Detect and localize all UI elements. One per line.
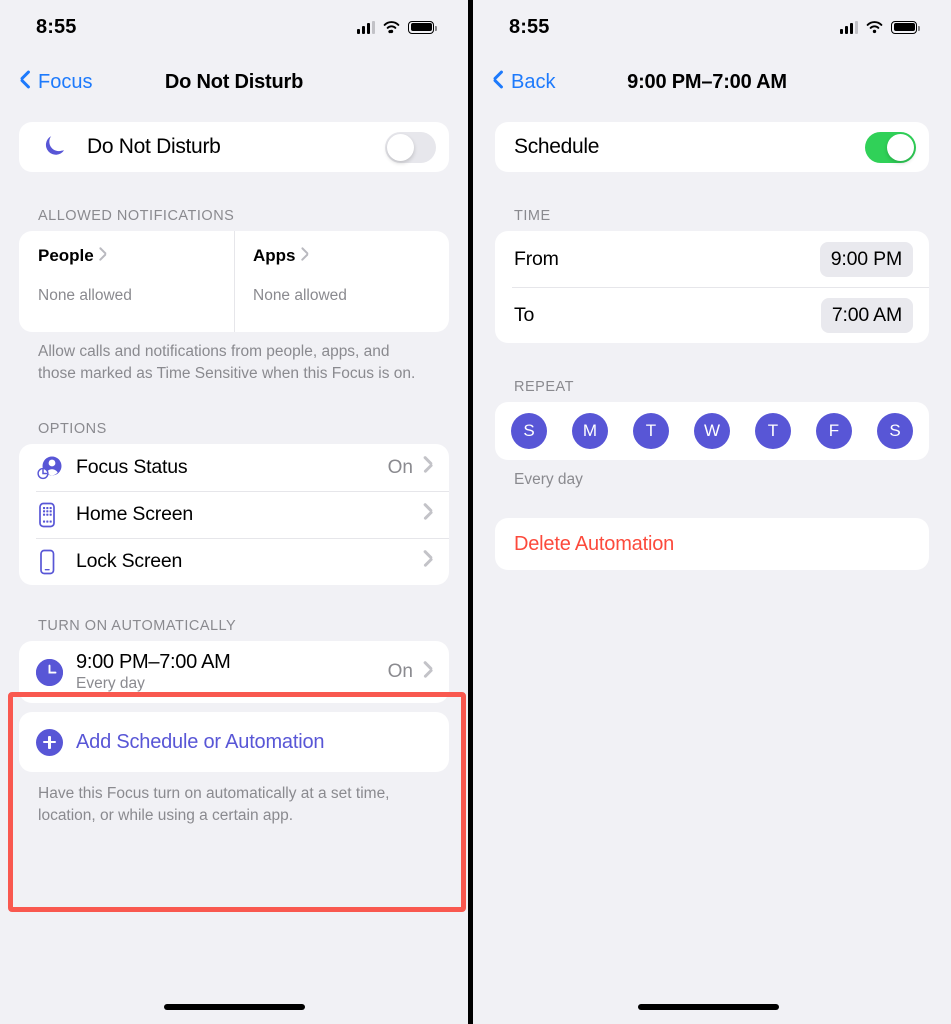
back-button-label: Focus (38, 70, 93, 93)
schedule-toggle-label: Schedule (514, 135, 600, 158)
chevron-left-icon (493, 73, 504, 92)
home-indicator (473, 1004, 951, 1010)
dnd-toggle-card: Do Not Disturb (19, 122, 449, 172)
people-cell-title: People (38, 246, 94, 265)
chevron-left-icon (20, 73, 31, 92)
day-toggle-thursday[interactable]: T (755, 413, 791, 449)
status-bar-clock: 8:55 (509, 15, 550, 38)
allowed-notifications-footer: Allow calls and notifications from peopl… (38, 343, 416, 382)
option-label-focus-status: Focus Status (76, 456, 188, 478)
turn-on-automatically-header: TURN ON AUTOMATICALLY (38, 618, 237, 634)
delete-automation-label: Delete Automation (514, 532, 675, 555)
option-row-lock-screen[interactable]: Lock Screen (19, 538, 449, 585)
apps-cell-title: Apps (253, 246, 296, 265)
add-schedule-label: Add Schedule or Automation (76, 730, 325, 753)
time-row-from[interactable]: From 9:00 PM (495, 231, 929, 287)
right-content: Schedule TIME From 9:00 PM To 7:00 AM RE… (473, 110, 951, 570)
schedule-row-value: On (387, 661, 413, 682)
status-bar: 8:55 (0, 0, 468, 54)
lock-screen-icon (36, 548, 76, 576)
repeat-section-header: REPEAT (514, 379, 574, 395)
dual-screenshot-container: 8:55 Focus Do Not Disturb Do Not Disturb… (0, 0, 951, 1024)
day-toggle-tuesday[interactable]: T (633, 413, 669, 449)
navigation-bar: Focus Do Not Disturb (0, 54, 468, 110)
allowed-people-cell[interactable]: People None allowed (19, 231, 234, 332)
repeat-section-footer: Every day (514, 471, 583, 488)
time-row-from-label: From (514, 247, 559, 270)
people-cell-title-row: People (38, 246, 234, 266)
options-card: Focus Status On Home Screen Lock Screen (19, 444, 449, 585)
delete-automation-card: Delete Automation (495, 518, 929, 570)
day-toggle-monday[interactable]: M (572, 413, 608, 449)
time-row-to-value[interactable]: 7:00 AM (820, 297, 913, 333)
allowed-apps-cell[interactable]: Apps None allowed (234, 231, 449, 332)
schedule-card: 9:00 PM–7:00 AM Every day On (19, 641, 449, 703)
left-content: Do Not Disturb ALLOWED NOTIFICATIONS Peo… (0, 110, 468, 827)
day-toggle-wednesday[interactable]: W (694, 413, 730, 449)
option-row-focus-status[interactable]: Focus Status On (19, 444, 449, 491)
time-row-to[interactable]: To 7:00 AM (495, 287, 929, 343)
people-cell-subtitle: None allowed (38, 287, 132, 304)
repeat-days-card: S M T W T F S (495, 402, 929, 460)
option-value-focus-status: On (387, 456, 413, 478)
option-row-home-screen[interactable]: Home Screen (19, 491, 449, 538)
time-row-to-label: To (514, 303, 535, 326)
plus-circle-icon (36, 728, 76, 756)
chevron-right-icon (301, 250, 309, 263)
schedule-row[interactable]: 9:00 PM–7:00 AM Every day On (19, 641, 449, 703)
clock-icon (36, 658, 76, 686)
add-schedule-row[interactable]: Add Schedule or Automation (19, 712, 449, 772)
delete-automation-row[interactable]: Delete Automation (495, 518, 929, 570)
schedule-row-title: 9:00 PM–7:00 AM (76, 651, 231, 673)
dnd-row-label: Do Not Disturb (87, 135, 221, 158)
navigation-bar: Back 9:00 PM–7:00 AM (473, 54, 951, 110)
home-screen-icon (36, 501, 76, 529)
chevron-right-icon (423, 553, 433, 570)
time-card: From 9:00 PM To 7:00 AM (495, 231, 929, 343)
apps-cell-title-row: Apps (253, 246, 449, 266)
add-schedule-card: Add Schedule or Automation (19, 712, 449, 772)
chevron-right-icon (423, 664, 433, 681)
option-label-lock-screen: Lock Screen (76, 550, 183, 572)
day-toggle-friday[interactable]: F (816, 413, 852, 449)
status-bar-clock: 8:55 (36, 15, 77, 38)
options-header: OPTIONS (38, 421, 107, 437)
chevron-right-icon (99, 250, 107, 263)
schedule-row-text: 9:00 PM–7:00 AM Every day (76, 651, 388, 693)
apps-cell-subtitle: None allowed (253, 287, 347, 304)
allowed-notifications-card: People None allowed Apps None allowed (19, 231, 449, 332)
wifi-icon (383, 21, 400, 34)
time-row-from-value[interactable]: 9:00 PM (819, 241, 913, 277)
moon-icon (45, 133, 67, 162)
home-indicator (0, 1004, 468, 1010)
schedule-row-subtitle: Every day (76, 675, 145, 692)
allowed-notifications-header: ALLOWED NOTIFICATIONS (38, 208, 235, 224)
battery-full-icon (891, 20, 920, 34)
chevron-right-icon (423, 459, 433, 476)
right-phone-screen: 8:55 Back 9:00 PM–7:00 AM Schedule TIME … (473, 0, 951, 1024)
dnd-toggle-row[interactable]: Do Not Disturb (19, 122, 449, 172)
chevron-right-icon (423, 506, 433, 523)
focus-status-icon (36, 455, 76, 481)
day-toggle-sunday[interactable]: S (511, 413, 547, 449)
status-bar: 8:55 (473, 0, 951, 54)
status-bar-icons (840, 20, 920, 34)
option-label-home-screen: Home Screen (76, 503, 194, 525)
time-section-header: TIME (514, 208, 551, 224)
schedule-toggle-switch[interactable] (865, 131, 916, 163)
back-button[interactable]: Back (493, 71, 555, 94)
turn-on-automatically-footer: Have this Focus turn on automatically at… (38, 785, 390, 824)
wifi-icon (866, 21, 883, 34)
back-button-label: Back (511, 70, 556, 93)
left-phone-screen: 8:55 Focus Do Not Disturb Do Not Disturb… (0, 0, 468, 1024)
schedule-toggle-card: Schedule (495, 122, 929, 172)
cellular-bars-icon (840, 20, 858, 34)
schedule-toggle-row[interactable]: Schedule (495, 122, 929, 172)
dnd-toggle-switch[interactable] (385, 131, 436, 163)
battery-full-icon (408, 20, 437, 34)
back-button-focus[interactable]: Focus (20, 71, 92, 94)
cellular-bars-icon (357, 20, 375, 34)
status-bar-icons (357, 20, 437, 34)
day-toggle-saturday[interactable]: S (877, 413, 913, 449)
